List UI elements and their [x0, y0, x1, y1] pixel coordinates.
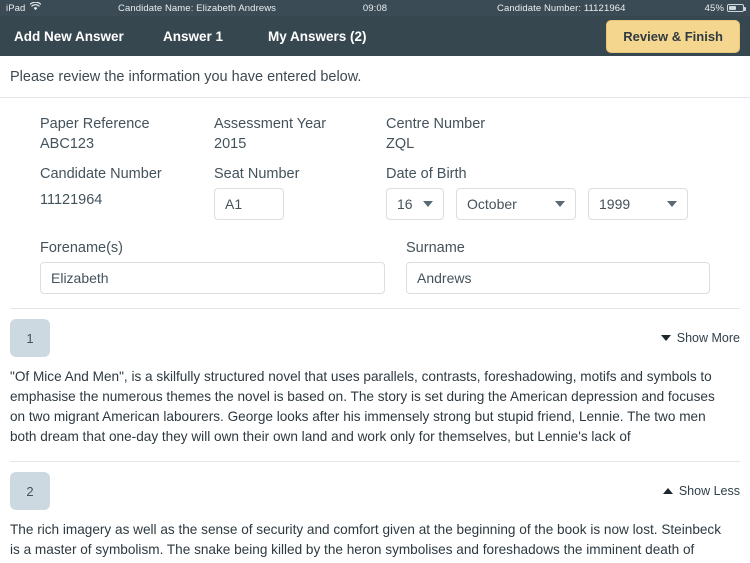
- nav-add-new-answer[interactable]: Add New Answer: [14, 29, 124, 44]
- dob-month-select[interactable]: October: [456, 188, 576, 220]
- answer-2-number-badge: 2: [10, 472, 50, 510]
- centre-number-label: Centre Number: [386, 116, 486, 132]
- candidate-number-label: Candidate Number: [40, 166, 162, 182]
- chevron-down-icon: [555, 201, 565, 207]
- chevron-down-icon: [667, 201, 677, 207]
- answer-2-header: 2 Show Less: [10, 472, 740, 510]
- dob-year-select[interactable]: 1999: [588, 188, 688, 220]
- seat-number-input[interactable]: [214, 188, 284, 220]
- forenames-input[interactable]: [40, 262, 385, 294]
- paper-reference-value: ABC123: [40, 136, 95, 152]
- review-and-finish-button[interactable]: Review & Finish: [606, 20, 740, 53]
- details-row-3: 11121964 16 October 1999: [40, 188, 710, 220]
- surname-input[interactable]: [406, 262, 710, 294]
- status-clock: 09:08: [362, 2, 388, 14]
- answer-block-2: 2 Show Less The rich imagery as well as …: [0, 462, 750, 563]
- nav-answer-1[interactable]: Answer 1: [163, 29, 223, 44]
- answer-1-toggle-label: Show More: [676, 331, 740, 345]
- answer-block-1: 1 Show More "Of Mice And Men", is a skil…: [0, 309, 750, 447]
- candidate-number-value: 11121964: [40, 192, 103, 208]
- answer-1-header: 1 Show More: [10, 319, 740, 357]
- dob-day-value: 16: [397, 196, 413, 212]
- details-row-1: Paper Reference Assessment Year Centre N…: [40, 110, 710, 160]
- surname-field-group: Surname: [406, 234, 710, 294]
- instruction-text: Please review the information you have e…: [0, 56, 750, 98]
- chevron-down-icon: [660, 335, 671, 341]
- answer-2-toggle-label: Show Less: [678, 484, 740, 498]
- candidate-details-section: Paper Reference Assessment Year Centre N…: [0, 98, 750, 294]
- answer-1-show-more-toggle[interactable]: Show More: [660, 331, 740, 345]
- name-fields-row: Forename(s) Surname: [40, 234, 710, 294]
- assessment-year-label: Assessment Year: [214, 116, 327, 132]
- battery-percent-label: 45%: [704, 2, 724, 14]
- navigation-bar: Add New Answer Answer 1 My Answers (2) R…: [0, 16, 750, 56]
- chevron-down-icon: [423, 201, 433, 207]
- dob-month-value: October: [467, 196, 517, 212]
- dob-day-select[interactable]: 16: [386, 188, 444, 220]
- details-row-2: Candidate Number Seat Number Date of Bir…: [40, 160, 710, 186]
- seat-number-label: Seat Number: [214, 166, 300, 182]
- date-of-birth-label: Date of Birth: [386, 166, 467, 182]
- answer-2-text: The rich imagery as well as the sense of…: [10, 522, 722, 563]
- status-bar: iPad Candidate Name: Elizabeth Andrews 0…: [0, 0, 750, 16]
- date-of-birth-group: 16 October 1999: [386, 188, 710, 220]
- battery-icon: [727, 4, 746, 12]
- assessment-year-value: 2015: [214, 136, 247, 152]
- status-candidate-number: Candidate Number: 11121964: [497, 2, 626, 14]
- dob-year-value: 1999: [599, 196, 631, 212]
- answer-2-show-less-toggle[interactable]: Show Less: [662, 484, 740, 498]
- answer-1-number-badge: 1: [10, 319, 50, 357]
- seat-number-field-wrap: [214, 188, 386, 220]
- status-bar-right: 45%: [704, 2, 746, 14]
- nav-my-answers[interactable]: My Answers (2): [268, 29, 367, 44]
- forenames-field-group: Forename(s): [40, 234, 385, 294]
- chevron-up-icon: [662, 488, 673, 494]
- centre-number-value: ZQL: [386, 136, 415, 152]
- paper-reference-label: Paper Reference: [40, 116, 150, 132]
- answer-1-text: "Of Mice And Men", is a skilfully struct…: [10, 369, 715, 444]
- surname-label: Surname: [406, 240, 465, 256]
- forenames-label: Forename(s): [40, 240, 123, 256]
- app-screen: iPad Candidate Name: Elizabeth Andrews 0…: [0, 0, 750, 563]
